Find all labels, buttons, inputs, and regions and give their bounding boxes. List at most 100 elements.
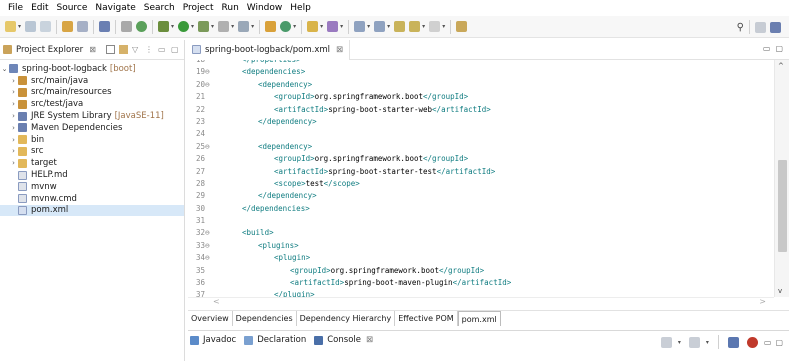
tree-item[interactable]: › src/test/java — [0, 98, 184, 110]
tab-effective-pom[interactable]: Effective POM — [395, 310, 458, 326]
tab-dependencies[interactable]: Dependencies — [233, 310, 297, 326]
java-perspective-icon[interactable] — [727, 336, 739, 348]
chevron-right-icon[interactable]: › — [9, 112, 18, 120]
tree-item[interactable]: › bin — [0, 134, 184, 146]
menu-search[interactable]: Search — [140, 0, 179, 16]
chevron-right-icon[interactable]: › — [9, 77, 18, 85]
tab-overview[interactable]: Overview — [188, 310, 233, 326]
fold-icon[interactable]: ⊖ — [205, 67, 210, 76]
new-icon[interactable] — [5, 21, 16, 32]
next-annotation-icon[interactable] — [354, 21, 366, 32]
scroll-left-icon[interactable]: < — [213, 297, 220, 306]
spring-boot-icon[interactable] — [136, 21, 148, 32]
forward-icon[interactable] — [429, 21, 441, 32]
scroll-down-icon[interactable]: v — [778, 287, 782, 295]
close-icon[interactable]: ⊠ — [366, 335, 373, 345]
minimize-icon[interactable]: ▭ — [763, 44, 771, 53]
tree-item[interactable]: › src/main/resources — [0, 87, 184, 99]
last-edit-icon[interactable] — [394, 21, 406, 32]
tree-project-root[interactable]: ⌄ spring-boot-logback [boot] — [0, 63, 184, 75]
new-package-icon[interactable] — [280, 21, 292, 32]
vertical-scrollbar[interactable]: ^ v — [774, 60, 789, 297]
menu-source[interactable]: Source — [53, 0, 92, 16]
tree-item[interactable]: pom.xml — [0, 204, 184, 217]
fold-icon[interactable]: ⊖ — [205, 228, 210, 237]
chevron-right-icon[interactable]: › — [9, 147, 18, 155]
chevron-right-icon[interactable]: › — [9, 124, 18, 132]
chevron-down-icon[interactable]: ⌄ — [0, 65, 9, 73]
tree-item[interactable]: › target — [0, 157, 184, 169]
tree-item[interactable]: › Maven Dependencies — [0, 122, 184, 134]
chevron-right-icon[interactable]: › — [9, 88, 18, 96]
tab-project-explorer[interactable]: Project Explorer ⊠ — [3, 45, 96, 55]
tree-item[interactable]: HELP.md — [0, 169, 184, 181]
back-icon[interactable] — [409, 21, 421, 32]
external-tools-icon[interactable] — [218, 21, 230, 32]
scroll-up-icon[interactable]: ^ — [778, 62, 784, 70]
pin-editor-icon[interactable] — [456, 21, 468, 32]
line-number: 37 — [196, 289, 220, 297]
tab-pom-xml[interactable]: spring-boot-logback/pom.xml ⊠ — [188, 39, 351, 60]
new-java-project-icon[interactable] — [265, 21, 277, 32]
tab-javadoc[interactable]: Javadoc — [190, 335, 236, 345]
spring-icon[interactable] — [746, 336, 758, 348]
menu-file[interactable]: File — [4, 0, 27, 16]
save-icon[interactable] — [25, 21, 37, 32]
save-all-icon[interactable] — [40, 21, 52, 32]
collapse-all-icon[interactable] — [106, 45, 115, 54]
tree-item[interactable]: › src — [0, 146, 184, 158]
open-task-icon[interactable] — [77, 21, 89, 32]
chevron-right-icon[interactable]: › — [9, 100, 18, 108]
java-ee-perspective-icon[interactable] — [770, 21, 781, 33]
menu-run[interactable]: Run — [218, 0, 243, 16]
coverage-icon[interactable] — [198, 21, 210, 32]
menu-window[interactable]: Window — [243, 0, 287, 16]
maximize-icon[interactable]: ▢ — [775, 44, 783, 53]
code-editor[interactable]: 1819⊖20⊖2122232425⊖26272829303132⊖33⊖34⊖… — [188, 60, 774, 297]
menu-help[interactable]: Help — [286, 0, 315, 16]
tree-item[interactable]: mvnw.cmd — [0, 193, 184, 205]
build-icon[interactable] — [238, 21, 250, 32]
search-tool-icon[interactable] — [327, 21, 339, 32]
tab-dependency-hierarchy[interactable]: Dependency Hierarchy — [297, 310, 396, 326]
display-console-icon[interactable] — [688, 336, 700, 348]
chevron-right-icon[interactable]: › — [9, 136, 18, 144]
close-icon[interactable]: ⊠ — [89, 45, 96, 54]
fold-icon[interactable]: ⊖ — [205, 253, 210, 262]
open-type-icon[interactable] — [62, 21, 74, 32]
fold-icon[interactable]: ⊖ — [205, 80, 210, 89]
run-icon[interactable] — [178, 21, 190, 32]
tree-item[interactable]: › src/main/java — [0, 75, 184, 87]
previous-annotation-icon[interactable] — [374, 21, 386, 32]
terminal-icon[interactable] — [99, 21, 111, 32]
fold-icon[interactable]: ⊖ — [205, 142, 210, 151]
minimize-icon[interactable]: ▭ — [764, 338, 772, 347]
minimize-icon[interactable]: ▭ — [158, 45, 167, 54]
maximize-icon[interactable]: ▢ — [775, 338, 783, 347]
tab-pom-xml[interactable]: pom.xml — [457, 310, 501, 326]
horizontal-scrollbar[interactable]: < > — [188, 297, 774, 308]
scrollbar-thumb[interactable] — [778, 160, 787, 252]
search-icon[interactable]: ⚲ — [737, 22, 744, 33]
menu-project[interactable]: Project — [179, 0, 218, 16]
code-area[interactable]: </properties> <dependencies> <dependency> <… — [226, 60, 511, 297]
scroll-right-icon[interactable]: > — [759, 297, 766, 306]
open-perspective-icon[interactable] — [755, 21, 766, 33]
fold-icon[interactable]: ⊖ — [205, 241, 210, 250]
tree-item[interactable]: › JRE System Library [JavaSE-11] — [0, 110, 184, 122]
debug-icon[interactable] — [158, 21, 170, 32]
maximize-icon[interactable]: ▢ — [171, 45, 180, 54]
link-with-editor-icon[interactable] — [119, 45, 128, 54]
close-icon[interactable]: ⊠ — [336, 45, 343, 55]
menu-navigate[interactable]: Navigate — [91, 0, 139, 16]
tab-console[interactable]: Console ⊠ — [314, 335, 373, 345]
skip-breakpoints-icon[interactable] — [121, 21, 133, 32]
open-type-hierarchy-icon[interactable] — [307, 21, 319, 32]
tree-item[interactable]: mvnw — [0, 181, 184, 193]
chevron-right-icon[interactable]: › — [9, 159, 18, 167]
menu-edit[interactable]: Edit — [27, 0, 52, 16]
filter-icon[interactable]: ▽ — [132, 45, 141, 54]
tab-declaration[interactable]: Declaration — [244, 335, 306, 345]
open-console-icon[interactable] — [660, 336, 672, 348]
view-menu-icon[interactable]: ⋮ — [145, 45, 154, 54]
